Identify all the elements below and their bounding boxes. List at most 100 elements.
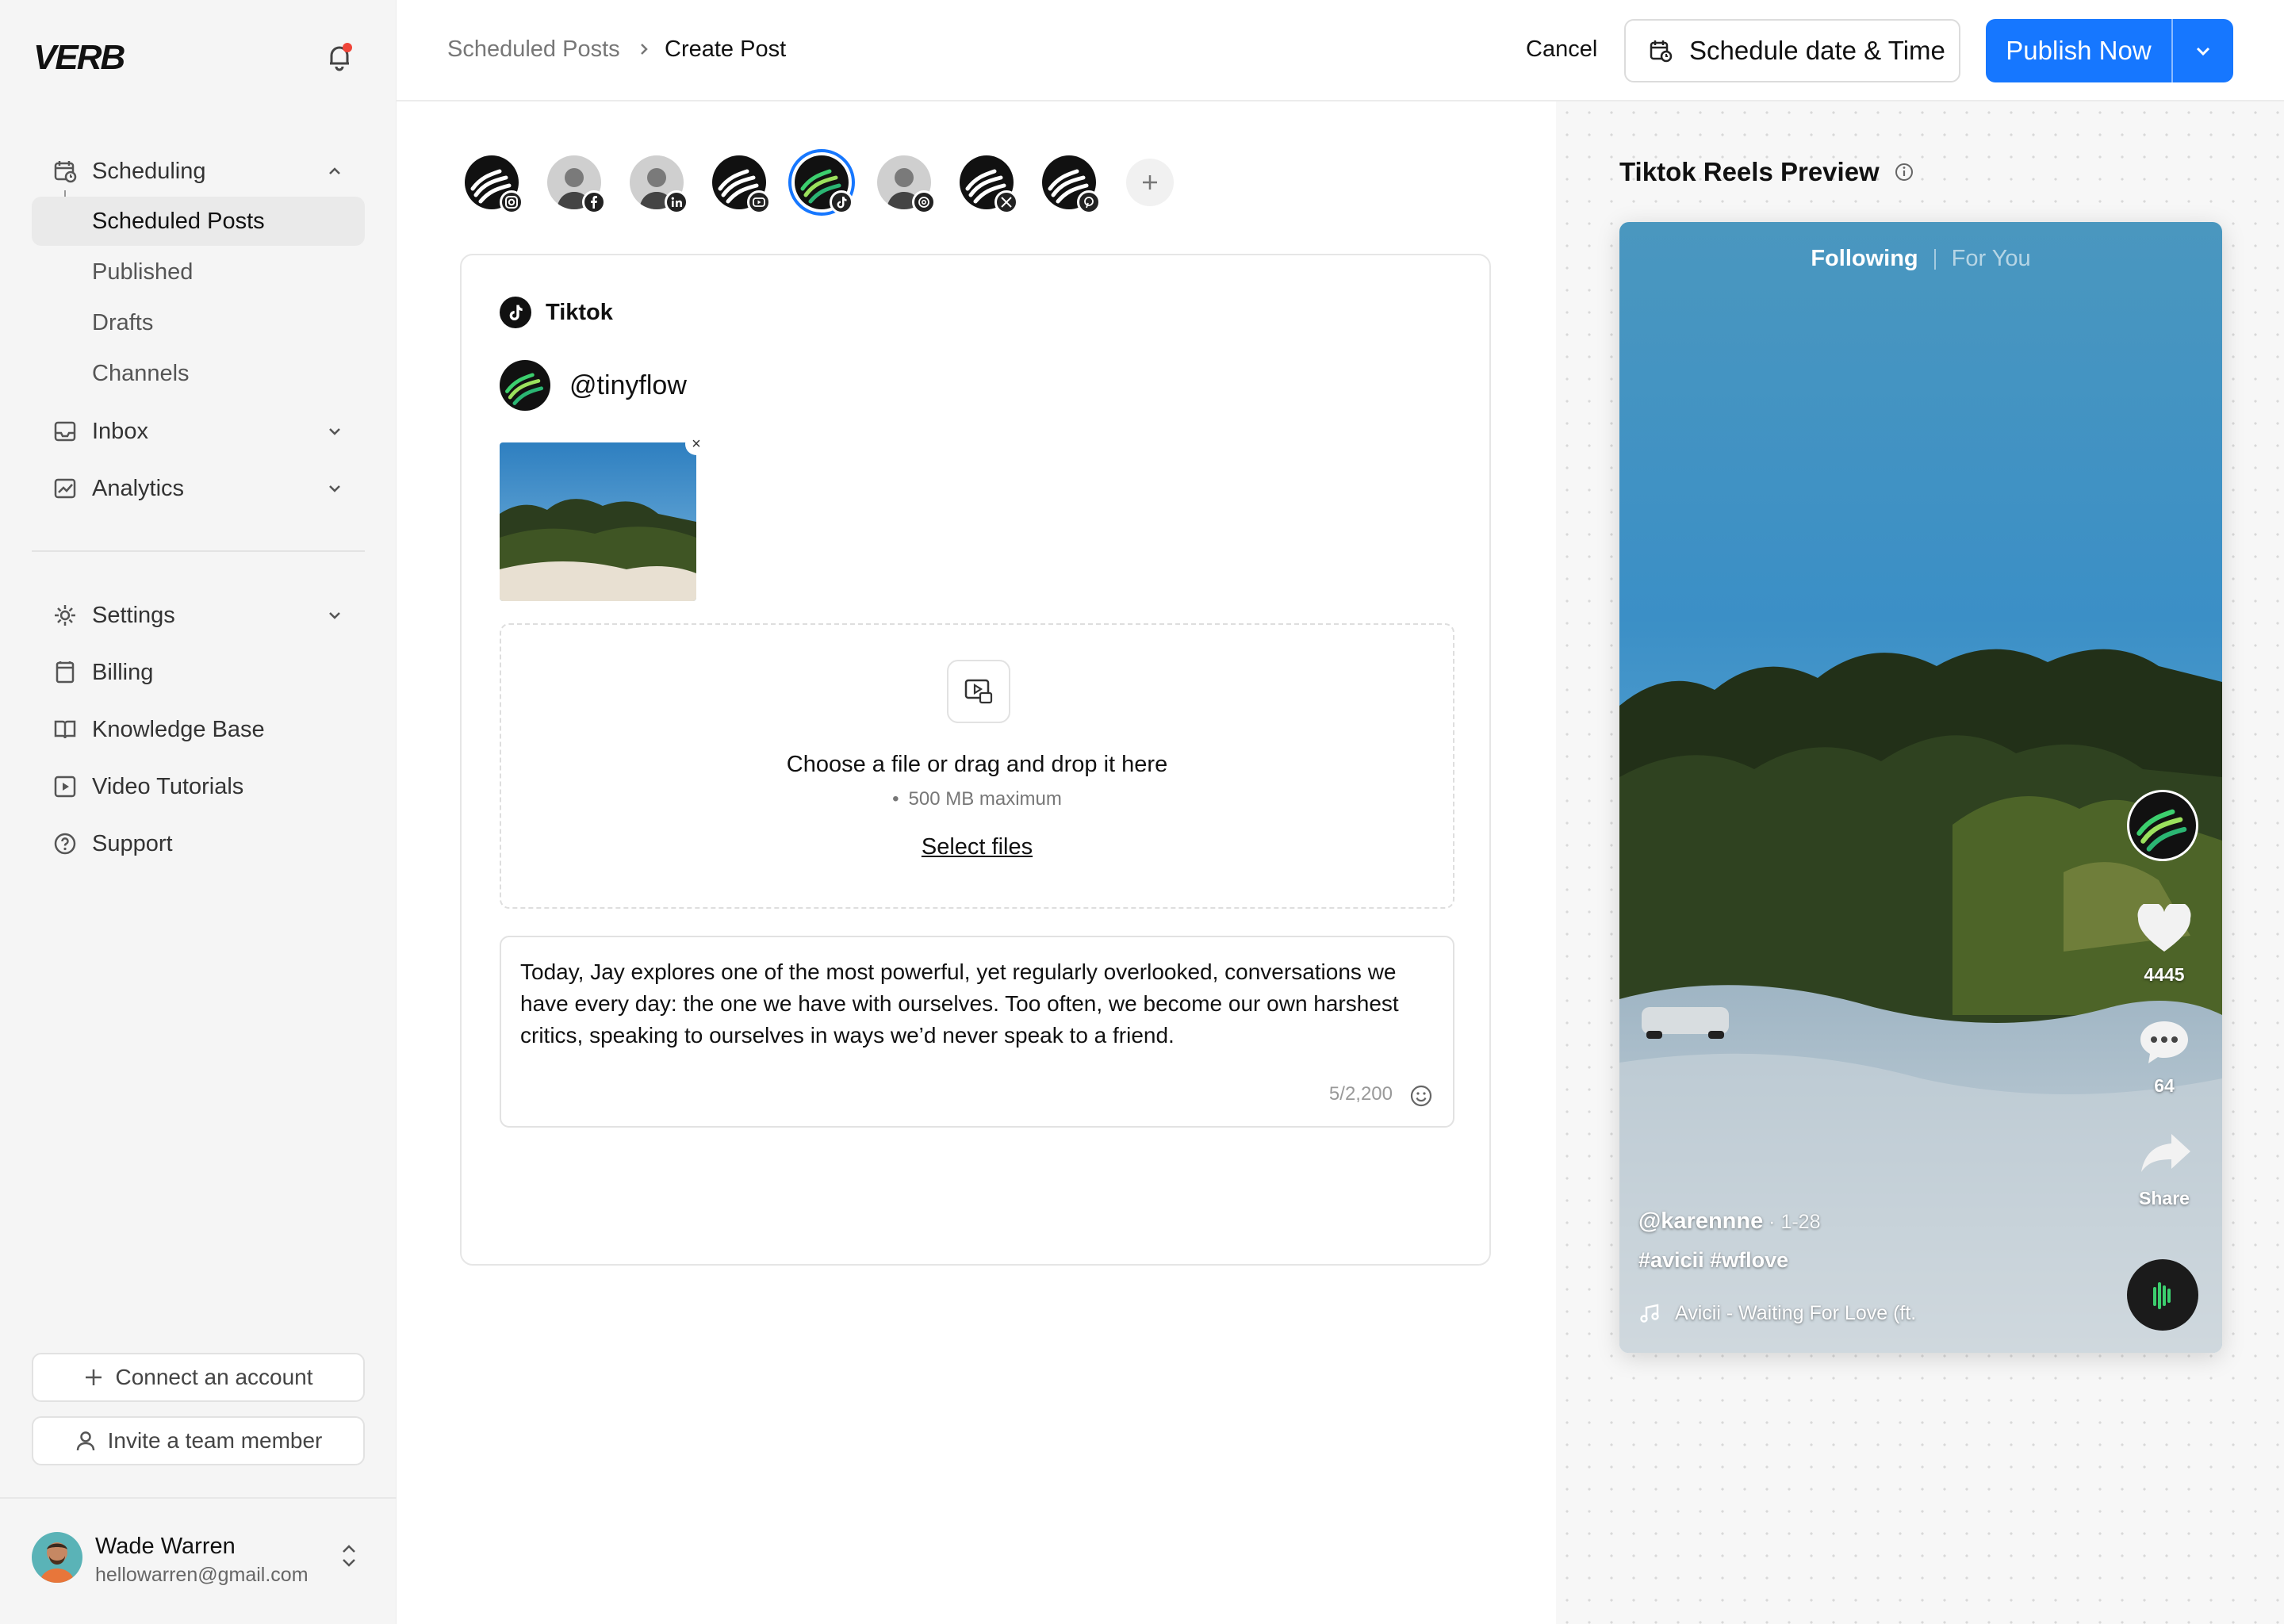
account-linkedin[interactable] xyxy=(625,151,688,214)
sidebar-item-support[interactable]: Support xyxy=(32,818,365,869)
linkedin-icon xyxy=(665,190,688,214)
book-icon xyxy=(48,712,82,747)
invite-member-label: Invite a team member xyxy=(107,1428,323,1453)
sidebar-item-label: Knowledge Base xyxy=(92,716,265,742)
tab-for-you[interactable]: For You xyxy=(1952,246,2031,271)
breadcrumb-create-post: Create Post xyxy=(665,36,787,62)
sidebar-item-video-tutorials[interactable]: Video Tutorials xyxy=(32,761,365,812)
user-name: Wade Warren xyxy=(95,1534,236,1559)
select-files-link[interactable]: Select files xyxy=(501,834,1453,860)
cancel-button[interactable]: Cancel xyxy=(1526,36,1597,63)
sidebar: VERB Scheduling Scheduled Posts Publishe… xyxy=(0,0,397,1624)
sidebar-subitem-scheduled-posts[interactable]: Scheduled Posts xyxy=(32,197,365,246)
tiktok-icon xyxy=(830,190,853,214)
share-label: Share xyxy=(2139,1188,2190,1208)
heart-icon xyxy=(2137,904,2191,952)
chevron-down-icon[interactable] xyxy=(320,417,349,446)
avatar xyxy=(32,1532,82,1583)
account-threads[interactable] xyxy=(872,151,936,214)
sidebar-item-label: Billing xyxy=(92,659,154,685)
sidebar-item-label: Video Tutorials xyxy=(92,773,244,799)
app-logo: VERB xyxy=(33,38,125,77)
likes-count: 4445 xyxy=(2144,964,2185,985)
tab-following[interactable]: Following xyxy=(1811,246,1918,271)
creator-avatar xyxy=(2127,790,2198,861)
post-author: @karennne · 1-28 xyxy=(1638,1208,1821,1234)
feed-tabs: Following For You xyxy=(1619,246,2222,272)
instagram-icon xyxy=(500,190,523,214)
dropzone-title: Choose a file or drag and drop it here xyxy=(786,752,1168,777)
media-thumbnail[interactable] xyxy=(500,442,696,601)
sidebar-item-scheduling[interactable]: Scheduling xyxy=(32,146,365,197)
account-instagram[interactable] xyxy=(460,151,523,214)
post-hashtags: #avicii #wflove xyxy=(1638,1248,1789,1272)
sidebar-item-label: Scheduling xyxy=(92,158,206,184)
account-selector xyxy=(460,149,1174,216)
music-disc-icon xyxy=(2127,1259,2198,1331)
user-icon xyxy=(76,1431,94,1451)
billing-icon xyxy=(48,655,82,690)
account-handle-row: @tinyflow xyxy=(500,360,687,411)
sidebar-subitem-drafts[interactable]: Drafts xyxy=(32,298,365,347)
emoji-icon[interactable] xyxy=(1408,1083,1434,1109)
plus-icon xyxy=(1143,175,1157,190)
x-icon xyxy=(994,190,1018,214)
chevron-up-icon[interactable] xyxy=(320,157,349,186)
add-account-button[interactable] xyxy=(1126,159,1174,206)
info-icon[interactable] xyxy=(1894,162,1914,182)
chevron-up-down-icon[interactable] xyxy=(336,1540,362,1572)
chevron-down-icon[interactable] xyxy=(2173,40,2233,62)
file-dropzone[interactable]: Choose a file or drag and drop it here •… xyxy=(500,623,1454,909)
sidebar-item-inbox[interactable]: Inbox xyxy=(32,406,365,457)
sidebar-subitem-published[interactable]: Published xyxy=(32,247,365,297)
character-count: 5/2,200 xyxy=(1328,1083,1393,1105)
account-tiktok[interactable] xyxy=(788,149,855,216)
account-pinterest[interactable] xyxy=(1037,151,1101,214)
publish-now-button[interactable]: Publish Now xyxy=(1986,19,2233,82)
sidebar-subitem-channels[interactable]: Channels xyxy=(32,349,365,398)
sidebar-item-label: Settings xyxy=(92,602,175,628)
sidebar-divider xyxy=(32,550,365,552)
calendar-clock-icon xyxy=(48,154,82,189)
user-profile[interactable]: Wade Warren hellowarren@gmail.com xyxy=(0,1497,397,1624)
sidebar-item-label: Support xyxy=(92,830,173,856)
top-bar: Scheduled Posts Create Post Cancel Sched… xyxy=(397,0,2284,102)
gear-icon xyxy=(48,598,82,633)
music-note-icon xyxy=(1640,1304,1659,1323)
network-name: Tiktok xyxy=(546,299,613,325)
tiktok-phone-preview: Following For You 4445 64 Share @karennne… xyxy=(1619,222,2222,1353)
sidebar-item-billing[interactable]: Billing xyxy=(32,647,365,698)
calendar-clock-icon xyxy=(1650,40,1673,63)
youtube-icon xyxy=(747,190,771,214)
sidebar-item-label: Analytics xyxy=(92,475,185,501)
account-youtube[interactable] xyxy=(707,151,771,214)
sidebar-item-analytics[interactable]: Analytics xyxy=(32,463,365,514)
plus-icon xyxy=(86,1369,102,1385)
facebook-icon xyxy=(582,190,606,214)
help-icon xyxy=(48,826,82,861)
preview-title: Tiktok Reels Preview xyxy=(1619,157,1914,187)
share-icon xyxy=(2141,1134,2190,1172)
account-x[interactable] xyxy=(955,151,1018,214)
invite-team-member-button[interactable]: Invite a team member xyxy=(32,1416,365,1465)
connect-account-button[interactable]: Connect an account xyxy=(32,1353,365,1402)
chart-icon xyxy=(48,471,82,506)
post-editor-card: Tiktok @tinyflow × Choose a file or drag… xyxy=(460,254,1491,1266)
dropzone-limit: • 500 MB maximum xyxy=(892,788,1062,810)
account-facebook[interactable] xyxy=(542,151,606,214)
brand-avatar xyxy=(500,360,550,411)
play-icon xyxy=(48,769,82,804)
caption-textarea[interactable]: Today, Jay explores one of the most powe… xyxy=(500,936,1454,1128)
chevron-down-icon[interactable] xyxy=(320,601,349,630)
threads-icon xyxy=(912,190,936,214)
sidebar-item-settings[interactable]: Settings xyxy=(32,590,365,641)
sidebar-item-knowledge-base[interactable]: Knowledge Base xyxy=(32,704,365,755)
caption-text[interactable]: Today, Jay explores one of the most powe… xyxy=(520,956,1440,1051)
pinterest-icon xyxy=(1077,190,1101,214)
composer-area: Tiktok @tinyflow × Choose a file or drag… xyxy=(397,102,1554,1624)
remove-media-button[interactable]: × xyxy=(685,433,707,455)
schedule-button[interactable]: Schedule date & Time xyxy=(1624,19,1960,82)
notification-bell-icon[interactable] xyxy=(322,40,357,75)
breadcrumb-scheduled-posts[interactable]: Scheduled Posts xyxy=(447,36,620,63)
chevron-down-icon[interactable] xyxy=(320,474,349,503)
